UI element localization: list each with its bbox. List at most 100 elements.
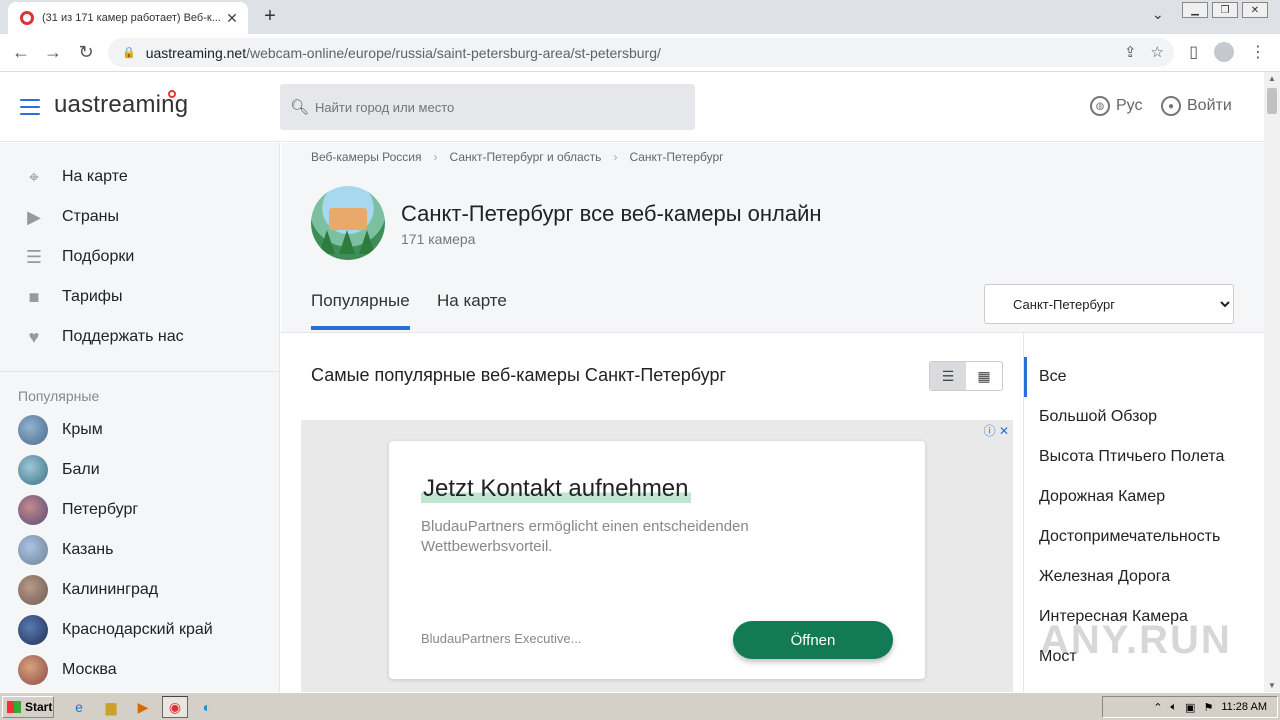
start-label: Start bbox=[25, 700, 53, 714]
list-icon: ☰ bbox=[25, 246, 43, 267]
scrollbar-thumb[interactable] bbox=[1267, 88, 1277, 114]
sidebar-item-label: На карте bbox=[62, 168, 128, 185]
scroll-down-icon[interactable]: ▼ bbox=[1264, 681, 1280, 690]
login-button[interactable]: ● Войти bbox=[1161, 96, 1232, 116]
content-area: Самые популярные веб-камеры Санкт-Петерб… bbox=[281, 333, 1023, 692]
page-hero: Санкт-Петербург все веб-камеры онлайн bbox=[281, 171, 1264, 261]
popular-item-bali[interactable]: Бали bbox=[0, 450, 279, 490]
category-item[interactable]: Высота Птичьего Полета bbox=[1024, 437, 1264, 477]
popular-item-label: Бали bbox=[62, 461, 100, 478]
main-content: Веб-камеры Россия › Санкт-Петербург и об… bbox=[281, 143, 1264, 692]
breadcrumb: Веб-камеры Россия › Санкт-Петербург и об… bbox=[281, 143, 1264, 171]
address-bar[interactable]: 🔒 uastreaming.net/webcam-online/europe/r… bbox=[108, 38, 1174, 67]
tab-title: (31 из 171 камер работает) Веб-к... bbox=[42, 12, 221, 24]
profile-avatar-icon[interactable] bbox=[1214, 42, 1234, 62]
browser-tab[interactable]: (31 из 171 камер работает) Веб-к... ✕ bbox=[8, 2, 248, 34]
site-favicon-icon bbox=[20, 11, 34, 25]
tray-arrow-icon[interactable]: ⌃ bbox=[1153, 701, 1162, 714]
city-select[interactable]: Санкт-Петербург bbox=[984, 284, 1234, 324]
edge-icon[interactable]: ◐ bbox=[194, 696, 220, 718]
language-label: Рус bbox=[1116, 97, 1143, 114]
forward-icon[interactable]: → bbox=[42, 42, 64, 63]
language-switch[interactable]: ◍ Рус bbox=[1090, 96, 1143, 116]
sidebar-item-map[interactable]: ⌖ На карте bbox=[0, 157, 279, 197]
share-icon[interactable]: ⇪ bbox=[1124, 43, 1137, 61]
search-input[interactable] bbox=[315, 99, 676, 115]
url-host: uastreaming.net bbox=[145, 44, 247, 61]
login-label: Войти bbox=[1187, 97, 1232, 114]
camera-count: 171 камера bbox=[401, 231, 476, 247]
start-button[interactable]: Start bbox=[2, 696, 54, 718]
popular-item-kazan[interactable]: Казань bbox=[0, 530, 279, 570]
popular-item-kaliningrad[interactable]: Калининград bbox=[0, 570, 279, 610]
ad-banner: ⓘ ✕ Jetzt Kontakt aufnehmen BludauPartne… bbox=[301, 420, 1013, 692]
category-item[interactable]: Достопримечательность bbox=[1024, 517, 1264, 557]
volume-icon[interactable]: 🔈︎ bbox=[1170, 701, 1177, 714]
chevron-right-icon: › bbox=[613, 150, 618, 164]
tab-search-chevron-icon[interactable]: ⌄ bbox=[1152, 6, 1164, 23]
popular-item-label: Петербург bbox=[62, 501, 139, 518]
ad-card[interactable]: Jetzt Kontakt aufnehmen BludauPartners e… bbox=[389, 441, 925, 679]
ad-choices-icon[interactable]: ⓘ ✕ bbox=[984, 422, 1009, 439]
briefcase-icon: ■ bbox=[28, 286, 40, 307]
sidebar-item-tariffs[interactable]: ■ Тарифы bbox=[0, 277, 279, 317]
browser-menu-icon[interactable]: ⋮ bbox=[1250, 42, 1266, 62]
location-thumbnail bbox=[18, 535, 48, 565]
media-player-icon[interactable]: ▶ bbox=[130, 696, 156, 718]
close-window-icon[interactable]: ✕ bbox=[1242, 2, 1268, 18]
popular-item-petersburg[interactable]: Петербург bbox=[0, 490, 279, 530]
tab-popular[interactable]: Популярные bbox=[311, 291, 410, 330]
popular-item-crimea[interactable]: Крым bbox=[0, 410, 279, 450]
tab-map[interactable]: На карте bbox=[437, 291, 507, 311]
sidebar-item-label: Страны bbox=[62, 208, 120, 225]
grid-view-icon[interactable]: ▦ bbox=[966, 362, 1002, 390]
back-icon[interactable]: ← bbox=[10, 42, 32, 63]
bookmark-star-icon[interactable]: ☆ bbox=[1151, 43, 1164, 61]
side-panel-icon[interactable]: ▯ bbox=[1189, 42, 1198, 62]
flag-icon[interactable]: ⚑ bbox=[1203, 701, 1213, 714]
popular-item-label: Казань bbox=[62, 541, 114, 558]
search-box[interactable]: 🔍︎ bbox=[280, 84, 695, 130]
hamburger-menu-icon[interactable] bbox=[20, 99, 40, 115]
sidebar-item-collections[interactable]: ☰ Подборки bbox=[0, 237, 279, 277]
location-thumbnail bbox=[18, 615, 48, 645]
heart-icon: ♥ bbox=[28, 326, 40, 347]
category-item[interactable]: Железная Дорога bbox=[1024, 557, 1264, 597]
new-tab-icon[interactable]: + bbox=[259, 5, 281, 28]
scroll-up-icon[interactable]: ▲ bbox=[1264, 74, 1280, 83]
window-controls: ▁ ❐ ✕ bbox=[1182, 2, 1268, 18]
popular-item-krasnodar[interactable]: Краснодарский край bbox=[0, 610, 279, 650]
sidebar-menu: ⌖ На карте ▶ Страны ☰ Подборки ■ Тарифы … bbox=[0, 143, 279, 372]
reload-icon[interactable]: ↻ bbox=[75, 42, 97, 63]
folder-icon[interactable]: ▆ bbox=[98, 696, 124, 718]
sidebar: ⌖ На карте ▶ Страны ☰ Подборки ■ Тарифы … bbox=[0, 143, 280, 692]
category-item[interactable]: Дорожная Камер bbox=[1024, 477, 1264, 517]
ad-open-button[interactable]: Öffnen bbox=[733, 621, 893, 659]
ie-icon[interactable]: e bbox=[66, 696, 92, 718]
search-icon: 🔍︎ bbox=[290, 99, 310, 116]
browser-toolbar: ← → ↻ 🔒 uastreaming.net/webcam-online/eu… bbox=[0, 34, 1280, 72]
list-view-icon[interactable]: ☰ bbox=[930, 362, 966, 390]
chrome-icon[interactable]: ◉ bbox=[162, 696, 188, 718]
ad-headline: Jetzt Kontakt aufnehmen bbox=[421, 475, 691, 503]
sidebar-item-label: Поддержать нас bbox=[62, 328, 184, 345]
url-path: /webcam-online/europe/russia/saint-peter… bbox=[246, 44, 661, 61]
breadcrumb-link[interactable]: Санкт-Петербург и область bbox=[450, 150, 602, 164]
windows-flag-icon bbox=[7, 701, 21, 713]
minimize-icon[interactable]: ▁ bbox=[1182, 2, 1208, 18]
breadcrumb-link[interactable]: Веб-камеры Россия bbox=[311, 150, 422, 164]
restore-icon[interactable]: ❐ bbox=[1212, 2, 1238, 18]
ad-body: BludauPartners ermöglicht einen entschei… bbox=[421, 518, 749, 555]
sidebar-item-countries[interactable]: ▶ Страны bbox=[0, 197, 279, 237]
lock-icon[interactable]: 🔒 bbox=[122, 46, 136, 59]
popular-item-moscow[interactable]: Москва bbox=[0, 650, 279, 690]
close-tab-icon[interactable]: ✕ bbox=[224, 10, 240, 27]
globe-icon: ◍ bbox=[1090, 96, 1110, 116]
sidebar-item-label: Тарифы bbox=[62, 288, 123, 305]
category-item[interactable]: Большой Обзор bbox=[1024, 397, 1264, 437]
page-scrollbar[interactable]: ▲ ▼ bbox=[1264, 72, 1280, 692]
clock: 11:28 AM bbox=[1221, 701, 1267, 713]
network-icon[interactable]: ▣ bbox=[1185, 701, 1195, 714]
sidebar-item-support[interactable]: ♥ Поддержать нас bbox=[0, 317, 279, 357]
category-all[interactable]: Все bbox=[1024, 357, 1264, 397]
